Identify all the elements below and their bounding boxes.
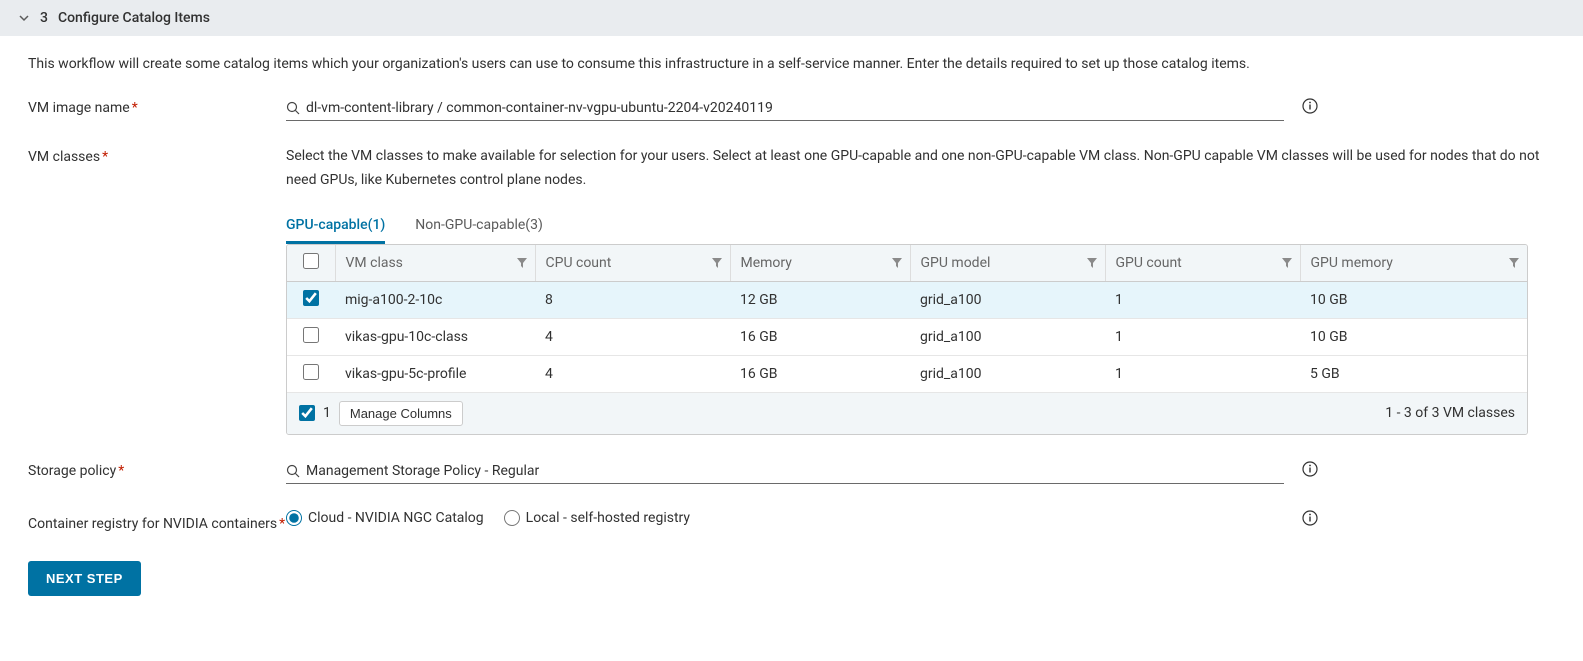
storage-policy-value: Management Storage Policy - Regular (306, 463, 1284, 479)
cell-vmclass: vikas-gpu-5c-profile (335, 355, 535, 392)
storage-policy-label: Storage policy (28, 463, 116, 479)
col-select-all (287, 245, 335, 282)
cell-gpumodel: grid_a100 (910, 355, 1105, 392)
cell-gpucount: 1 (1105, 281, 1300, 318)
cell-vmclass: vikas-gpu-10c-class (335, 318, 535, 355)
next-step-button[interactable]: NEXT STEP (28, 561, 141, 596)
cell-gpumem: 10 GB (1300, 281, 1527, 318)
col-cpu: CPU count (535, 245, 730, 282)
vm-classes-tabs: GPU-capable(1) Non-GPU-capable(3) (286, 209, 1555, 244)
cell-gpumodel: grid_a100 (910, 281, 1105, 318)
footer-summary: 1 - 3 of 3 VM classes (1385, 405, 1515, 421)
required-marker: * (132, 100, 138, 116)
vm-image-label: VM image name (28, 100, 130, 116)
cell-gpumodel: grid_a100 (910, 318, 1105, 355)
cell-gpumem: 5 GB (1300, 355, 1527, 392)
storage-policy-input[interactable]: Management Storage Policy - Regular (286, 459, 1284, 484)
registry-local-option[interactable]: Local - self-hosted registry (504, 510, 690, 526)
col-gpucount: GPU count (1105, 245, 1300, 282)
col-vmclass: VM class (335, 245, 535, 282)
required-marker: * (279, 516, 285, 532)
registry-cloud-option[interactable]: Cloud - NVIDIA NGC Catalog (286, 510, 484, 526)
filter-icon[interactable] (1282, 255, 1292, 271)
col-gpumodel: GPU model (910, 245, 1105, 282)
filter-icon[interactable] (517, 255, 527, 271)
registry-local-radio[interactable] (504, 510, 520, 526)
cell-cpu: 4 (535, 355, 730, 392)
info-icon[interactable] (1302, 510, 1318, 526)
required-marker: * (118, 463, 124, 479)
search-icon (286, 463, 300, 479)
filter-icon[interactable] (1087, 255, 1097, 271)
tab-gpu-capable[interactable]: GPU-capable(1) (286, 209, 385, 244)
footer-selected-count: 1 (323, 405, 331, 421)
tab-non-gpu-capable[interactable]: Non-GPU-capable(3) (415, 209, 543, 244)
vm-classes-table: VM class CPU count Memory (286, 244, 1528, 435)
cell-memory: 16 GB (730, 355, 910, 392)
registry-radio-group: Cloud - NVIDIA NGC Catalog Local - self-… (286, 510, 1555, 526)
cell-memory: 16 GB (730, 318, 910, 355)
vm-image-input[interactable]: dl-vm-content-library / common-container… (286, 96, 1284, 121)
cell-cpu: 8 (535, 281, 730, 318)
step-header[interactable]: 3 Configure Catalog Items (0, 0, 1583, 36)
required-marker: * (102, 149, 108, 165)
table-footer: 1 Manage Columns 1 - 3 of 3 VM classes (287, 393, 1527, 434)
vm-image-value: dl-vm-content-library / common-container… (306, 100, 1284, 116)
select-all-checkbox[interactable] (303, 253, 319, 269)
cell-vmclass: mig-a100-2-10c (335, 281, 535, 318)
cell-gpumem: 10 GB (1300, 318, 1527, 355)
col-memory: Memory (730, 245, 910, 282)
manage-columns-button[interactable]: Manage Columns (339, 401, 463, 426)
info-icon[interactable] (1302, 461, 1318, 477)
filter-icon[interactable] (712, 255, 722, 271)
row-checkbox[interactable] (303, 327, 319, 343)
row-checkbox[interactable] (303, 364, 319, 380)
intro-text: This workflow will create some catalog i… (28, 56, 1555, 72)
info-icon[interactable] (1302, 98, 1318, 114)
col-gpumem: GPU memory (1300, 245, 1527, 282)
row-checkbox[interactable] (303, 290, 319, 306)
step-title: Configure Catalog Items (58, 10, 210, 26)
vm-classes-label: VM classes (28, 149, 100, 165)
table-row[interactable]: mig-a100-2-10c812 GBgrid_a100110 GB (287, 281, 1527, 318)
chevron-down-icon (18, 10, 30, 26)
filter-icon[interactable] (1509, 255, 1519, 271)
registry-label: Container registry for NVIDIA containers (28, 516, 277, 532)
search-icon (286, 100, 300, 116)
registry-cloud-radio[interactable] (286, 510, 302, 526)
cell-gpucount: 1 (1105, 355, 1300, 392)
footer-selected-checkbox[interactable] (299, 405, 315, 421)
filter-icon[interactable] (892, 255, 902, 271)
vm-classes-desc: Select the VM classes to make available … (286, 145, 1546, 193)
step-number: 3 (40, 10, 48, 26)
cell-memory: 12 GB (730, 281, 910, 318)
table-row[interactable]: vikas-gpu-5c-profile416 GBgrid_a10015 GB (287, 355, 1527, 392)
cell-gpucount: 1 (1105, 318, 1300, 355)
cell-cpu: 4 (535, 318, 730, 355)
table-row[interactable]: vikas-gpu-10c-class416 GBgrid_a100110 GB (287, 318, 1527, 355)
